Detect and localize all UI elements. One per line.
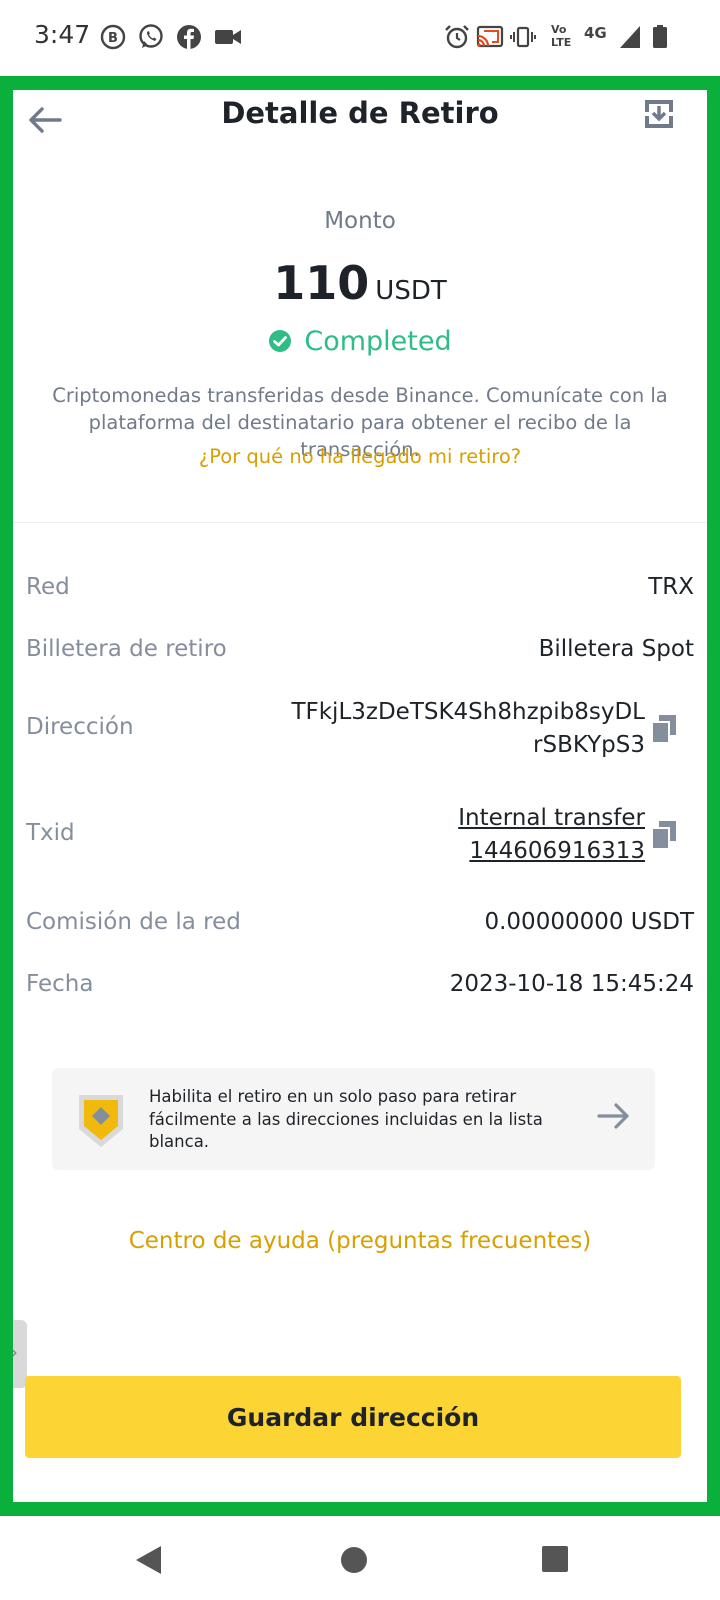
txid-line-2[interactable]: 144606916313: [469, 838, 645, 864]
b-badge-icon: B: [100, 24, 126, 50]
wallet-label: Billetera de retiro: [26, 636, 227, 662]
status-time: 3:47: [34, 20, 91, 49]
address-line-1: TFkjL3zDeTSK4Sh8hzpib8syDL: [291, 699, 645, 725]
system-nav-bar: [0, 1516, 720, 1600]
signal-icon: [620, 26, 640, 48]
amount-label: Monto: [324, 208, 396, 234]
address-line-2: rSBKYpS3: [533, 732, 645, 758]
help-center-link[interactable]: Centro de ayuda (preguntas frecuentes): [13, 1228, 707, 1254]
date-label: Fecha: [26, 971, 94, 997]
shield-icon: [79, 1095, 123, 1147]
one-step-withdrawal-banner[interactable]: Habilita el retiro en un solo paso para …: [52, 1068, 655, 1170]
nav-back-icon[interactable]: [134, 1544, 164, 1576]
withdrawal-detail-screen: Detalle de Retiro Monto 110 USDT Complete…: [13, 90, 707, 1502]
fee-label: Comisión de la red: [26, 909, 241, 935]
volte-icon: Vo LTE: [551, 23, 572, 49]
copy-txid-icon[interactable]: [650, 820, 678, 850]
divider: [13, 522, 707, 523]
arrow-right-icon[interactable]: [597, 1101, 631, 1131]
facebook-icon: [177, 25, 201, 50]
cast-icon: [476, 25, 504, 48]
svg-text:B: B: [108, 31, 118, 46]
save-address-button[interactable]: Guardar dirección: [25, 1376, 681, 1458]
address-value: TFkjL3zDeTSK4Sh8hzpib8syDL rSBKYpS3: [291, 696, 645, 762]
check-circle-icon: [269, 330, 292, 352]
why-not-arrived-link[interactable]: ¿Por qué no ha llegado mi retiro?: [13, 445, 707, 468]
banner-text: Habilita el retiro en un solo paso para …: [149, 1087, 543, 1151]
page-title: Detalle de Retiro: [221, 96, 499, 130]
4g-icon: 4G: [584, 24, 607, 42]
nav-recents-icon[interactable]: [541, 1545, 569, 1573]
wallet-value: Billetera Spot: [538, 636, 694, 662]
nav-home-icon[interactable]: [340, 1546, 368, 1574]
whatsapp-icon: [139, 24, 163, 48]
txid-value[interactable]: Internal transfer 144606916313: [458, 802, 645, 868]
txid-label: Txid: [26, 820, 75, 846]
download-receipt-icon[interactable]: [641, 96, 677, 132]
txid-line-1[interactable]: Internal transfer: [458, 805, 645, 831]
copy-address-icon[interactable]: [650, 714, 678, 744]
amount-unit: USDT: [375, 276, 447, 306]
alarm-icon: [445, 25, 469, 49]
fee-value: 0.00000000 USDT: [484, 909, 694, 935]
date-value: 2023-10-18 15:45:24: [449, 971, 694, 997]
network-value: TRX: [648, 574, 694, 600]
amount-value: 110: [273, 256, 370, 310]
status-text: Completed: [304, 326, 452, 357]
battery-icon: [653, 25, 667, 48]
chevron-right-icon: ›: [13, 1340, 18, 1364]
video-camera-icon: [215, 30, 241, 44]
status-bar: 3:47 B Vo LTE 4G: [0, 0, 720, 76]
vibrate-icon: [510, 26, 536, 48]
amount-row: 110 USDT: [13, 256, 707, 310]
network-label: Red: [26, 574, 70, 600]
address-label: Dirección: [26, 714, 134, 740]
status-badge: Completed: [13, 326, 707, 357]
